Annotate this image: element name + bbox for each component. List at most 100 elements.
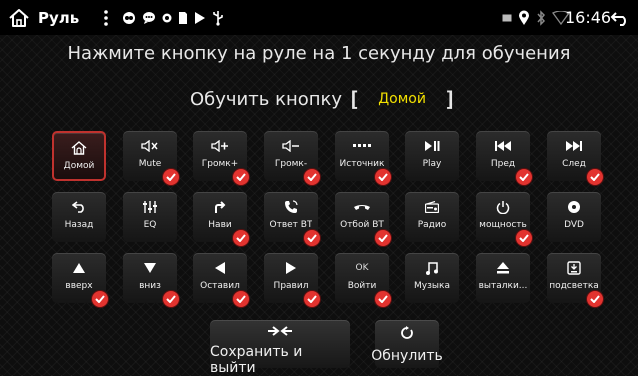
key-label: Пред (490, 159, 516, 169)
ok-icon: OK (355, 263, 369, 273)
source-icon (352, 139, 372, 153)
key-label: выталки... (478, 281, 528, 291)
learn-label: Обучить кнопку (190, 88, 343, 110)
learned-check-icon (587, 291, 603, 307)
app-title: Руль (38, 8, 80, 27)
status-bar: Руль 16:46 (0, 0, 638, 35)
hang-up-icon (352, 200, 372, 214)
next-icon (564, 139, 584, 153)
home-icon (69, 141, 89, 155)
key-navigation[interactable]: Нави (193, 192, 249, 246)
key-dvd[interactable]: DVD (547, 192, 601, 242)
key-previous[interactable]: Пред (476, 131, 532, 185)
key-answer-call[interactable]: Ответ BT (264, 192, 320, 246)
key-label: Домой (63, 161, 95, 171)
key-label: вниз (139, 281, 161, 291)
key-label: Громк- (274, 159, 308, 169)
key-mute[interactable]: Mute (123, 131, 179, 185)
learn-current-key: Домой (378, 91, 426, 107)
key-ok[interactable]: OK Войти (335, 253, 391, 307)
learned-check-icon (163, 291, 179, 307)
learned-check-icon (587, 169, 603, 185)
mute-icon (140, 139, 160, 153)
radio-icon (422, 200, 442, 214)
learned-check-icon (233, 291, 249, 307)
screen-icon (502, 14, 512, 21)
previous-icon (493, 139, 513, 153)
key-label: DVD (564, 220, 584, 230)
dvd-icon (564, 200, 584, 214)
key-music[interactable]: Музыка (405, 253, 459, 303)
key-hang-up[interactable]: Отбой BT (335, 192, 391, 246)
record-icon (123, 11, 135, 24)
system-icons (502, 0, 570, 35)
backlight-icon (564, 261, 584, 275)
location-icon (519, 10, 529, 25)
key-equalizer[interactable]: EQ (123, 192, 177, 242)
shield-icon (162, 13, 172, 22)
key-label: Ответ BT (269, 220, 313, 230)
save-and-exit-label: Сохранить и выйти (210, 344, 303, 376)
back-button[interactable] (606, 0, 634, 35)
music-icon (422, 261, 442, 275)
save-and-exit-button[interactable]: Сохранить и выйти (210, 320, 350, 376)
bracket-close: ] (444, 87, 457, 111)
home-icon (9, 8, 29, 27)
key-play-pause[interactable]: Play (405, 131, 459, 181)
learned-check-icon (516, 230, 532, 246)
learned-check-icon (233, 230, 249, 246)
reset-button[interactable]: Обнулить (371, 320, 443, 368)
key-eject[interactable]: выталки... (476, 253, 530, 303)
key-down-arrow[interactable]: вниз (123, 253, 179, 307)
key-label: EQ (143, 220, 157, 230)
volume-up-icon (210, 139, 230, 153)
learned-check-icon (516, 169, 532, 185)
key-volume-down[interactable]: Громк- (264, 131, 320, 185)
sd-card-icon (179, 11, 187, 24)
key-backlight[interactable]: подсветка (547, 253, 603, 307)
bracket-open: [ (348, 87, 361, 111)
key-left-arrow[interactable]: Оставил (193, 253, 249, 307)
volume-down-icon (281, 139, 301, 153)
learned-check-icon (304, 291, 320, 307)
learned-check-icon (304, 230, 320, 246)
learned-check-icon (233, 169, 249, 185)
key-radio[interactable]: Радио (405, 192, 459, 242)
up-arrow-icon (69, 261, 89, 275)
learned-check-icon (375, 169, 391, 185)
home-button[interactable] (4, 0, 34, 35)
key-source[interactable]: Источник (335, 131, 391, 185)
key-label: След (562, 159, 586, 169)
key-right-arrow[interactable]: Правил (264, 253, 320, 307)
notification-icons (122, 0, 224, 35)
answer-call-icon (281, 200, 301, 214)
clock: 16:46 (565, 8, 612, 27)
usb-icon (213, 10, 223, 26)
key-home[interactable]: Домой (52, 131, 106, 181)
key-label: Назад (64, 220, 94, 230)
key-label: Радио (417, 220, 447, 230)
back-arrow-icon (610, 11, 626, 26)
key-label: Mute (138, 159, 162, 169)
key-label: Войти (347, 281, 377, 291)
key-up-arrow[interactable]: вверх (52, 253, 108, 307)
key-volume-up[interactable]: Громк+ (193, 131, 249, 185)
key-label: Отбой BT (340, 220, 384, 230)
key-next[interactable]: След (547, 131, 603, 185)
key-label: Музыка (414, 281, 450, 291)
instruction-text: Нажмите кнопку на руле на 1 секунду для … (67, 43, 571, 64)
play-pause-icon (422, 139, 442, 153)
key-label: вверх (65, 281, 93, 291)
down-arrow-icon (140, 261, 160, 275)
key-label: Громк+ (201, 159, 239, 169)
key-label: мощность (479, 220, 527, 230)
learned-check-icon (304, 169, 320, 185)
eject-icon (493, 261, 513, 275)
key-back[interactable]: Назад (52, 192, 106, 242)
learned-check-icon (163, 169, 179, 185)
key-power[interactable]: мощность (476, 192, 532, 246)
key-label: Оставил (200, 281, 240, 291)
save-arrows-icon (267, 326, 293, 336)
more-menu-icon[interactable] (100, 0, 112, 35)
key-label: Play (422, 159, 442, 169)
